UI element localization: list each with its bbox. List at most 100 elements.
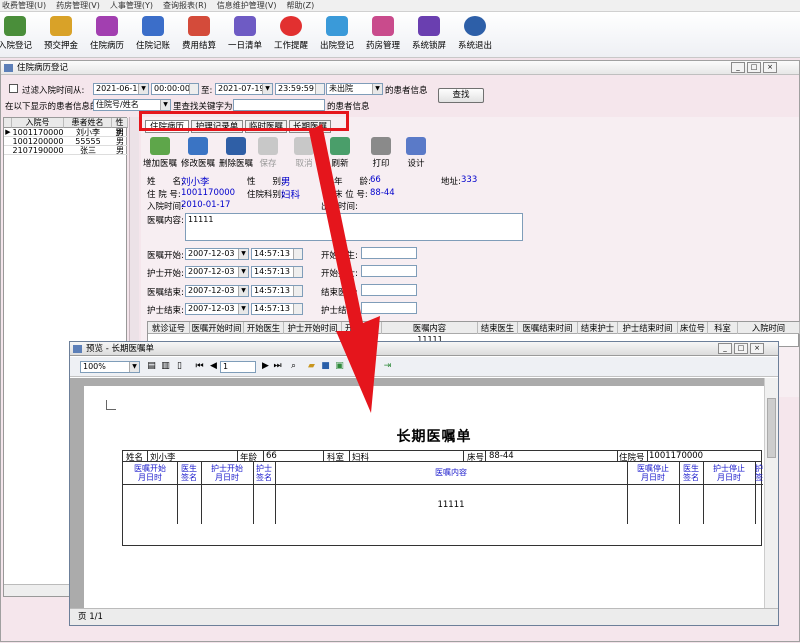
- order-start-date[interactable]: 2007-12-03 ▼: [185, 248, 249, 260]
- scroll-thumb[interactable]: [767, 398, 776, 458]
- menu-reports[interactable]: 查询报表(R): [163, 0, 207, 11]
- chevron-down-icon[interactable]: ▼: [262, 84, 272, 94]
- spin-icon[interactable]: [315, 84, 324, 94]
- col-start-doctor[interactable]: 开始医生: [244, 322, 284, 334]
- next-page-icon[interactable]: ▶: [260, 361, 271, 372]
- table-row[interactable]: 1001200000 55555 男: [4, 137, 128, 146]
- date-from-picker[interactable]: 2021-06-19 ▼: [93, 83, 149, 95]
- design-button[interactable]: 设计: [397, 136, 435, 172]
- daily-list-button[interactable]: 一日清单: [222, 14, 268, 56]
- settlement-button[interactable]: 费用结算: [176, 14, 222, 56]
- print-button[interactable]: 打印: [362, 136, 400, 172]
- end-nurse-input[interactable]: [361, 302, 417, 314]
- lock-screen-button[interactable]: 系统锁屏: [406, 14, 452, 56]
- col-nurse-sign-head: 护士 签名: [256, 464, 272, 482]
- minimize-button[interactable]: _: [718, 343, 732, 354]
- fit-page-icon[interactable]: ▯: [174, 361, 185, 372]
- page-icon[interactable]: ▤: [146, 361, 157, 372]
- reminder-button[interactable]: 工作提醒: [268, 14, 314, 56]
- save-icon[interactable]: ■: [320, 361, 331, 372]
- refresh-button[interactable]: 刷新: [321, 136, 359, 172]
- two-page-icon[interactable]: ▥: [160, 361, 171, 372]
- zoom-select[interactable]: 100% ▼: [80, 361, 140, 373]
- col-dept[interactable]: 科室: [708, 322, 738, 334]
- col-order-start[interactable]: 医嘱开始时间: [190, 322, 244, 334]
- col-end-nurse[interactable]: 结束护士: [578, 322, 618, 334]
- patient-no: 1001170000: [181, 188, 236, 198]
- exit-preview-icon[interactable]: ⇥: [382, 361, 393, 372]
- minimize-button[interactable]: _: [731, 62, 745, 73]
- cancel-button[interactable]: 取消: [285, 136, 323, 172]
- excel-icon[interactable]: ▣: [334, 361, 345, 372]
- start-nurse-input[interactable]: [361, 265, 417, 277]
- print-icon[interactable]: ⎙: [350, 361, 361, 372]
- page-number-input[interactable]: 1: [220, 361, 256, 373]
- last-page-icon[interactable]: ⏭: [272, 361, 283, 372]
- end-doctor-input[interactable]: [361, 284, 417, 296]
- nurse-end-date[interactable]: 2007-12-03 ▼: [185, 303, 249, 315]
- lock-screen-icon: [418, 16, 440, 36]
- col-nurse-start[interactable]: 护士开始时间: [284, 322, 342, 334]
- add-icon: [150, 137, 170, 155]
- keyword-input[interactable]: [233, 99, 325, 111]
- filter-checkbox[interactable]: [9, 84, 18, 93]
- medical-record-button[interactable]: 住院病历: [84, 14, 130, 56]
- col-patient-name[interactable]: 患者姓名: [64, 118, 112, 128]
- time-from-input[interactable]: 00:00:00: [151, 83, 199, 95]
- date-to-picker[interactable]: 2021-07-19 ▼: [215, 83, 273, 95]
- menu-pharmacy[interactable]: 药房管理(V): [56, 0, 100, 11]
- open-folder-icon[interactable]: ▰: [306, 361, 317, 372]
- maximize-button[interactable]: □: [734, 343, 748, 354]
- menu-bar: 收费管理(U) 药房管理(V) 人事管理(Y) 查询报表(R) 信息维护管理(V…: [0, 0, 800, 12]
- menu-fee[interactable]: 收费管理(U): [2, 0, 46, 11]
- search-icon[interactable]: ⌕: [288, 361, 299, 372]
- add-order-button[interactable]: 增加医嘱: [141, 136, 179, 172]
- order-start-time[interactable]: 14:57:13: [251, 248, 303, 260]
- col-visit-no[interactable]: 就诊证号: [148, 322, 190, 334]
- menu-personnel[interactable]: 人事管理(Y): [110, 0, 153, 11]
- menu-info-maintenance[interactable]: 信息维护管理(V): [217, 0, 277, 11]
- chevron-down-icon[interactable]: ▼: [372, 84, 382, 94]
- col-nurse-end[interactable]: 护士结束时间: [618, 322, 678, 334]
- first-page-icon[interactable]: ⏮: [194, 361, 205, 372]
- search-field-select[interactable]: 住院号/姓名 ▼: [93, 99, 171, 111]
- order-end-date[interactable]: 2007-12-03 ▼: [185, 285, 249, 297]
- nurse-start-date[interactable]: 2007-12-03 ▼: [185, 266, 249, 278]
- col-start-nurse[interactable]: 开始护士: [342, 322, 382, 334]
- status-select[interactable]: 未出院 ▼: [326, 83, 383, 95]
- col-bed[interactable]: 床位号: [678, 322, 708, 334]
- col-end-doctor[interactable]: 结束医生: [478, 322, 518, 334]
- col-admit-time[interactable]: 入院时间: [738, 322, 800, 334]
- order-end-time[interactable]: 14:57:13: [251, 285, 303, 297]
- time-to-input[interactable]: 23:59:59: [275, 83, 325, 95]
- exit-button[interactable]: 系统退出: [452, 14, 498, 56]
- col-order-content[interactable]: 医嘱内容: [382, 322, 478, 334]
- prev-page-icon[interactable]: ◀: [208, 361, 219, 372]
- deposit-button[interactable]: 预交押金: [38, 14, 84, 56]
- chevron-down-icon[interactable]: ▼: [160, 100, 170, 110]
- col-order-end[interactable]: 医嘱结束时间: [518, 322, 578, 334]
- admission-button[interactable]: 入院登记: [0, 14, 38, 56]
- vertical-scrollbar[interactable]: [764, 378, 778, 608]
- search-button[interactable]: 查找: [438, 88, 484, 103]
- close-button[interactable]: ×: [750, 343, 764, 354]
- spin-icon[interactable]: [189, 84, 198, 94]
- nurse-start-time[interactable]: 14:57:13: [251, 266, 303, 278]
- pharmacy-button[interactable]: 药房管理: [360, 14, 406, 56]
- nurse-end-time[interactable]: 14:57:13: [251, 303, 303, 315]
- order-content-textarea[interactable]: 11111: [185, 213, 523, 241]
- start-doctor-input[interactable]: [361, 247, 417, 259]
- table-row[interactable]: 2107190000 张三 男: [4, 146, 128, 155]
- inpatient-billing-button[interactable]: 住院记账: [130, 14, 176, 56]
- edit-order-button[interactable]: 修改医嘱: [179, 136, 217, 172]
- maximize-button[interactable]: □: [747, 62, 761, 73]
- chevron-down-icon[interactable]: ▼: [129, 362, 139, 372]
- close-button[interactable]: ×: [763, 62, 777, 73]
- chevron-down-icon[interactable]: ▼: [138, 84, 148, 94]
- save-button[interactable]: 保存: [249, 136, 287, 172]
- menu-help[interactable]: 帮助(Z): [287, 0, 315, 11]
- table-row[interactable]: ▶ 1001170000 刘小李 男: [4, 128, 128, 137]
- discharge-button[interactable]: 出院登记: [314, 14, 360, 56]
- col-sex[interactable]: 性别: [112, 118, 128, 137]
- col-admission-no[interactable]: 入院号: [12, 118, 64, 128]
